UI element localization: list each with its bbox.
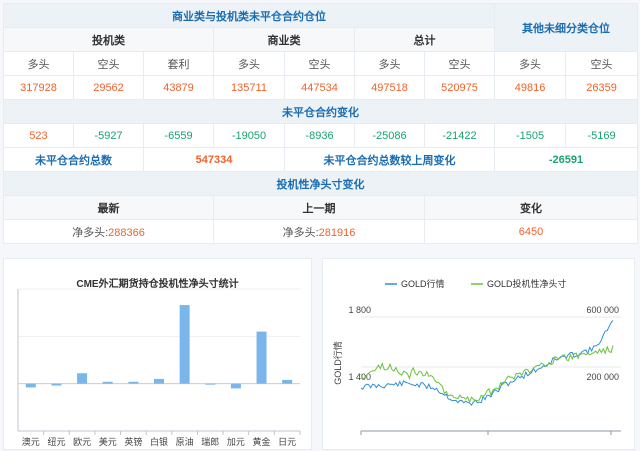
gold-line-panel: GOLD行情 GOLD投机性净头寸 1 800 1 400 600 000 200 000… (322, 258, 635, 450)
net-header: 投机性净头寸变化 (2, 171, 639, 196)
bar-原油 (179, 305, 190, 384)
oi-total-value: 547334 (143, 147, 285, 172)
net-prev-cell: 净多头:281916 (213, 219, 425, 244)
x-tick-label: 美元 (99, 436, 117, 447)
changes-row: 523 -5927 -6559 -19050 -8936 -25086 -214… (3, 123, 639, 148)
bar-英镑 (128, 381, 139, 384)
net-col-change: 变化 (423, 195, 639, 220)
series-line-gold-price (360, 320, 614, 406)
group-comm: 商业类 (213, 27, 355, 52)
comm-long-value: 135711 (213, 75, 285, 100)
change-value: -25086 (354, 123, 425, 148)
change-value: -5927 (73, 123, 144, 148)
net-latest-label: 净多头: (72, 226, 109, 239)
net-prev-label: 净多头: (282, 226, 319, 239)
x-tick-label: 澳元 (22, 436, 40, 447)
y-right-tick-label: 600 000 (586, 305, 619, 315)
spec-short-value: 29562 (73, 75, 144, 100)
legend-label: GOLD行情 (401, 278, 445, 289)
header-main: 商业类与投机类未平仓合约仓位 (2, 3, 496, 28)
oi-change-value: -26591 (494, 147, 639, 172)
bar-美元 (102, 381, 113, 384)
x-tick-label: 纽元 (47, 436, 65, 447)
x-tick-label: 加元 (227, 437, 245, 447)
bar-白银 (154, 378, 164, 384)
x-tick-label: 日元 (278, 437, 296, 447)
bar-澳元 (25, 383, 36, 388)
col-short: 空头 (565, 51, 639, 76)
bar-黄金 (256, 331, 267, 384)
gold-line-chart: GOLD行情 GOLD投机性净头寸1 8001 400600 000200 000… (332, 278, 621, 435)
y-right-tick-label: 200 000 (586, 372, 619, 382)
net-latest-value: 288366 (108, 226, 145, 239)
other-long-value: 49816 (494, 75, 567, 100)
net-prev-value: 281916 (318, 226, 356, 239)
net-cols-row: 最新 上一期 变化 (3, 195, 639, 220)
bar-欧元 (77, 373, 88, 384)
col-short: 空头 (284, 51, 355, 76)
col-spread: 套利 (143, 51, 214, 76)
x-tick-label: 黄金 (253, 436, 271, 447)
bar-纽元 (51, 383, 62, 386)
header-other: 其他未细分类仓位 (494, 3, 639, 52)
change-value: -6559 (143, 123, 214, 148)
legend-label: GOLD投机性净头寸 (487, 278, 567, 289)
net-position-bar-chart: 澳元 纽元 欧元 美元 英镑 白银 原油 瑞郎 加元 黄金 日元 (17, 288, 301, 447)
change-value: -21422 (423, 123, 496, 148)
total-short-value: 520975 (423, 75, 496, 100)
spec-spread-value: 43879 (143, 75, 214, 100)
change-value: -1505 (494, 123, 567, 148)
net-values-row: 净多头:288366 净多头:281916 6450 (3, 219, 639, 244)
series-line-gold-net-position (360, 345, 614, 404)
net-col-prev: 上一期 (213, 195, 425, 220)
col-long: 多头 (354, 51, 425, 76)
bar-加元 (230, 383, 241, 389)
x-tick-label: 原油 (176, 436, 194, 447)
comm-short-value: 447534 (284, 75, 355, 100)
bar-瑞郎 (205, 383, 216, 385)
other-short-value: 26359 (565, 75, 639, 100)
change-value: -19050 (213, 123, 285, 148)
col-long: 多头 (213, 51, 285, 76)
x-tick-label: 欧元 (73, 436, 91, 447)
col-labels-row: 多头 空头 套利 多头 空头 多头 空头 多头 空头 (3, 51, 639, 76)
y-left-tick-label: 1 800 (348, 305, 371, 315)
x-tick-label: 白银 (150, 436, 168, 447)
bar-日元 (282, 379, 293, 384)
group-spec: 投机类 (3, 27, 214, 52)
change-value: -8936 (284, 123, 355, 148)
positions-row: 317928 29562 43879 135711 447534 497518 … (3, 75, 639, 100)
change-value: 523 (3, 123, 74, 148)
total-long-value: 497518 (354, 75, 425, 100)
oi-row: 未平仓合约总数 547334 未平仓合约总数较上周变化 -26591 (3, 147, 639, 172)
change-header: 未平仓合约变化 (2, 99, 639, 124)
oi-change-label: 未平仓合约总数较上周变化 (283, 147, 496, 172)
oi-total-label: 未平仓合约总数 (3, 147, 144, 172)
net-latest-cell: 净多头:288366 (3, 219, 214, 244)
cot-table: 商业类与投机类未平仓合约仓位 其他未细分类仓位 投机类 商业类 总计 多头 空头… (2, 3, 639, 244)
col-long: 多头 (3, 51, 74, 76)
y-axis-title: GOLD行情 (332, 341, 343, 385)
x-tick-label: 英镑 (124, 436, 142, 447)
col-short: 空头 (423, 51, 496, 76)
group-total: 总计 (353, 27, 496, 52)
x-tick-label: 瑞郎 (201, 436, 219, 447)
net-change-value: 6450 (423, 219, 639, 244)
col-short: 空头 (73, 51, 144, 76)
net-col-latest: 最新 (3, 195, 214, 220)
change-value: -5169 (565, 123, 639, 148)
net-position-bar-panel: CME外汇期货持仓投机性净头寸统计 澳元 纽元 欧元 美元 英镑 白银 原油 瑞郎 加元 黄金 日元 (3, 258, 312, 450)
spec-long-value: 317928 (3, 75, 74, 100)
col-long: 多头 (494, 51, 567, 76)
